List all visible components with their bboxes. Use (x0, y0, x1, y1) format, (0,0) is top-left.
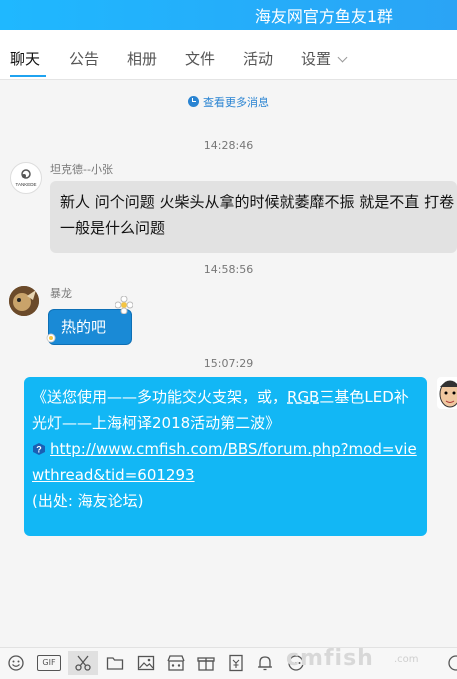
timestamp: 14:58:56 (203, 263, 254, 276)
chevron-down-icon (337, 52, 348, 63)
bubble-flower-icon (46, 333, 56, 343)
tab-activity[interactable]: 活动 (243, 48, 273, 69)
avatar[interactable]: TANKEDE (10, 162, 42, 194)
dragon-avatar-icon (9, 286, 39, 316)
message-bubble[interactable]: 新人 问个问题 火柴头从拿的时候就萎靡不振 就是不直 打卷 一般是什么问题 (50, 181, 457, 253)
image-icon[interactable] (137, 654, 155, 672)
bubble-flower-icon (115, 296, 133, 314)
tab-files[interactable]: 文件 (185, 48, 215, 69)
forum-link[interactable]: http://www.cmfish.com/BBS/forum.php?mod=… (32, 440, 417, 484)
tab-announcement[interactable]: 公告 (69, 48, 99, 69)
message-bubble[interactable]: 《送您使用——多功能交火支架，或，RGB三基色LED补光灯——上海柯译2018活… (24, 377, 427, 536)
sender-name: 坦克德--小张 (50, 163, 113, 176)
bell-icon[interactable] (256, 654, 274, 672)
message-text: 热的吧 (61, 318, 107, 336)
view-more-label: 查看更多消息 (203, 96, 269, 109)
input-toolbar: GIF (0, 647, 457, 679)
clock-history-icon[interactable] (447, 654, 457, 672)
window-title: 海友网官方鱼友1群 (254, 7, 393, 26)
watermark-suffix: .com (394, 654, 419, 665)
tab-settings-label: 设置 (301, 50, 332, 68)
timestamp: 14:28:46 (203, 139, 254, 152)
message-source: (出处: 海友论坛) (32, 492, 144, 510)
svg-text:?: ? (36, 445, 42, 455)
active-tab-indicator (10, 75, 46, 77)
watermark-logo: cmfish (286, 646, 374, 671)
help-icon: ? (33, 443, 45, 455)
avatar-text: TANKEDE (16, 182, 37, 187)
message-content: 《送您使用——多功能交火支架，或，RGB三基色LED补光灯——上海柯译2018活… (32, 384, 422, 514)
tab-settings[interactable]: 设置 (301, 48, 348, 69)
message-text-rgb: RGB (287, 388, 320, 406)
red-packet-icon[interactable] (227, 654, 245, 672)
folder-icon[interactable] (106, 654, 124, 672)
gif-icon[interactable]: GIF (37, 655, 61, 671)
message-text: 《送您使用——多功能交火支架，或， (32, 388, 288, 406)
title-bar: 海友网官方鱼友1群 (0, 0, 457, 30)
emoji-icon[interactable] (7, 654, 25, 672)
tankede-logo-icon: TANKEDE (16, 169, 37, 187)
tab-album[interactable]: 相册 (127, 48, 157, 69)
avatar[interactable] (437, 377, 457, 409)
sender-name: 暴龙 (50, 287, 72, 300)
tab-chat[interactable]: 聊天 (10, 48, 40, 69)
face-avatar-icon (439, 380, 457, 408)
message-bubble[interactable]: 热的吧 (46, 296, 133, 345)
timestamp: 15:07:29 (203, 357, 254, 370)
view-more-messages-link[interactable]: 查看更多消息 (0, 94, 457, 110)
shop-icon[interactable] (167, 654, 185, 672)
gift-icon[interactable] (197, 654, 215, 672)
scissors-icon (75, 655, 91, 671)
tab-bar: 聊天 公告 相册 文件 活动 设置 (0, 30, 457, 80)
clock-icon (188, 96, 199, 107)
avatar[interactable] (9, 286, 39, 316)
